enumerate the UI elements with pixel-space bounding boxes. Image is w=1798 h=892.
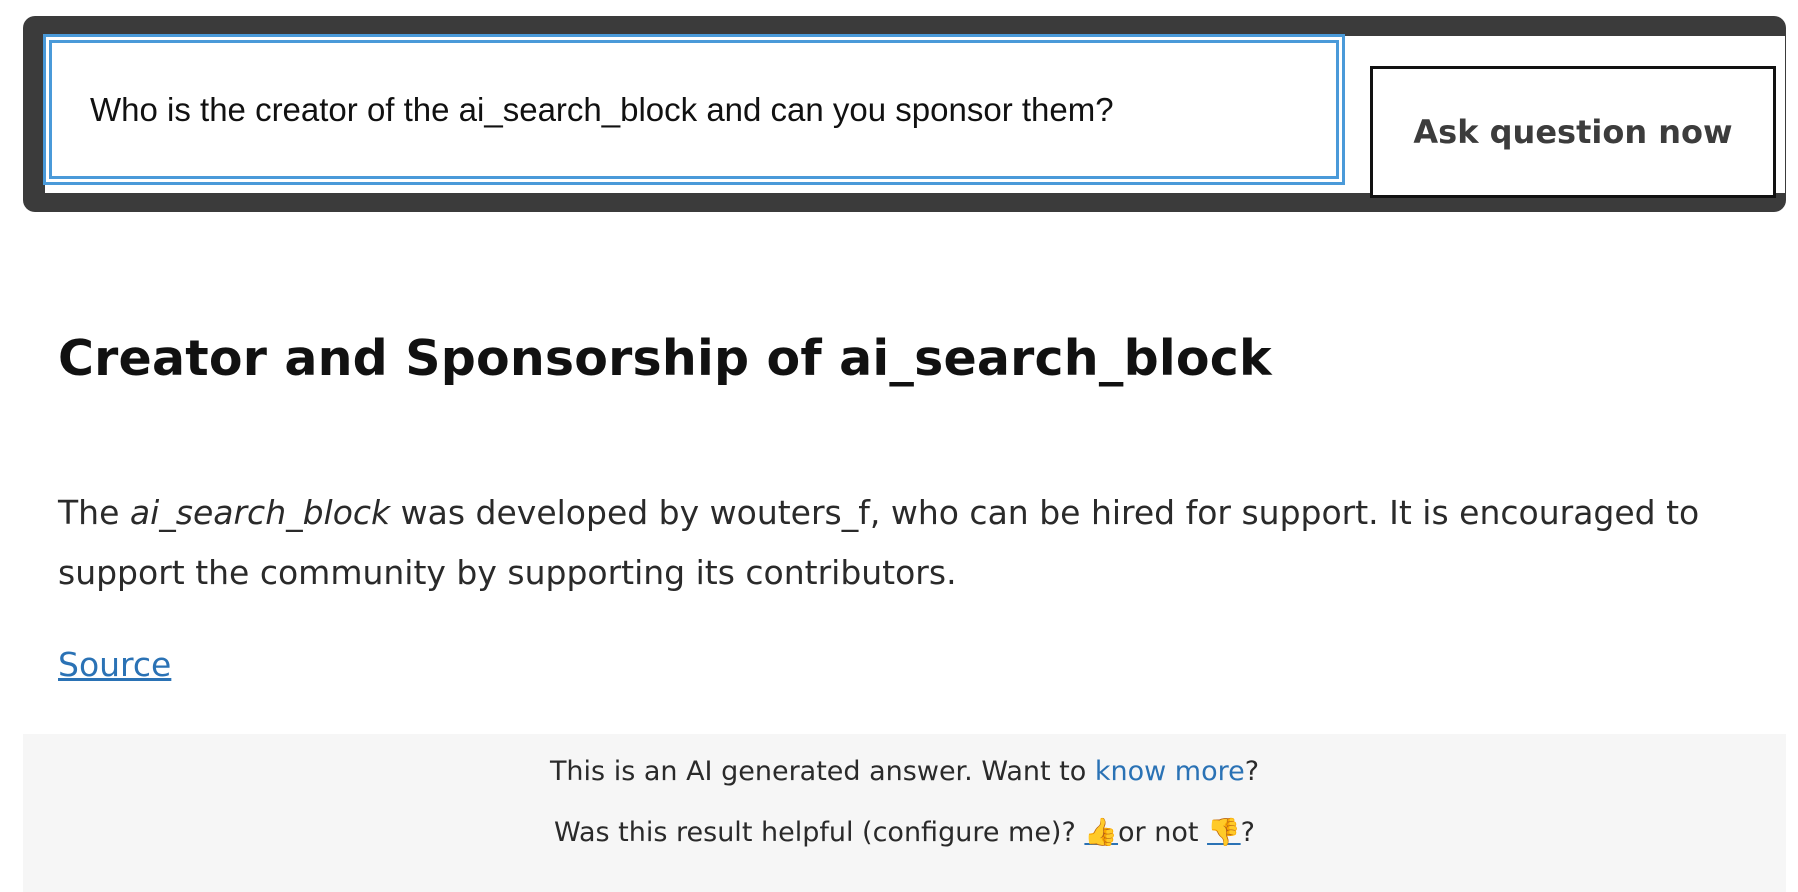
answer-body-prefix: The <box>58 493 130 532</box>
helpful-or-not: or not <box>1118 817 1208 848</box>
answer-body: The ai_search_block was developed by wou… <box>58 483 1738 603</box>
search-bar: Ask question now <box>23 16 1786 212</box>
ai-disclaimer: This is an AI generated answer. Want to … <box>23 756 1786 787</box>
question-input[interactable] <box>43 34 1345 185</box>
helpful-suffix: ? <box>1240 817 1255 848</box>
helpful-prompt: Was this result helpful (configure me)? … <box>23 816 1786 848</box>
answer-title: Creator and Sponsorship of ai_search_blo… <box>58 330 1272 387</box>
disclaimer-text: This is an AI generated answer. Want to <box>549 756 1095 787</box>
search-form: Ask question now <box>43 34 1785 198</box>
answer-body-emphasis: ai_search_block <box>129 493 391 532</box>
disclaimer-suffix: ? <box>1244 756 1260 787</box>
source-link[interactable]: Source <box>58 645 171 684</box>
thumbs-down-icon[interactable]: 👎 <box>1207 816 1241 848</box>
thumbs-up-icon[interactable]: 👍 <box>1084 816 1118 848</box>
feedback-panel: This is an AI generated answer. Want to … <box>23 734 1786 892</box>
ask-question-button[interactable]: Ask question now <box>1370 66 1776 198</box>
know-more-link[interactable]: know more <box>1095 756 1245 787</box>
helpful-question: Was this result helpful (configure me)? <box>554 817 1085 848</box>
